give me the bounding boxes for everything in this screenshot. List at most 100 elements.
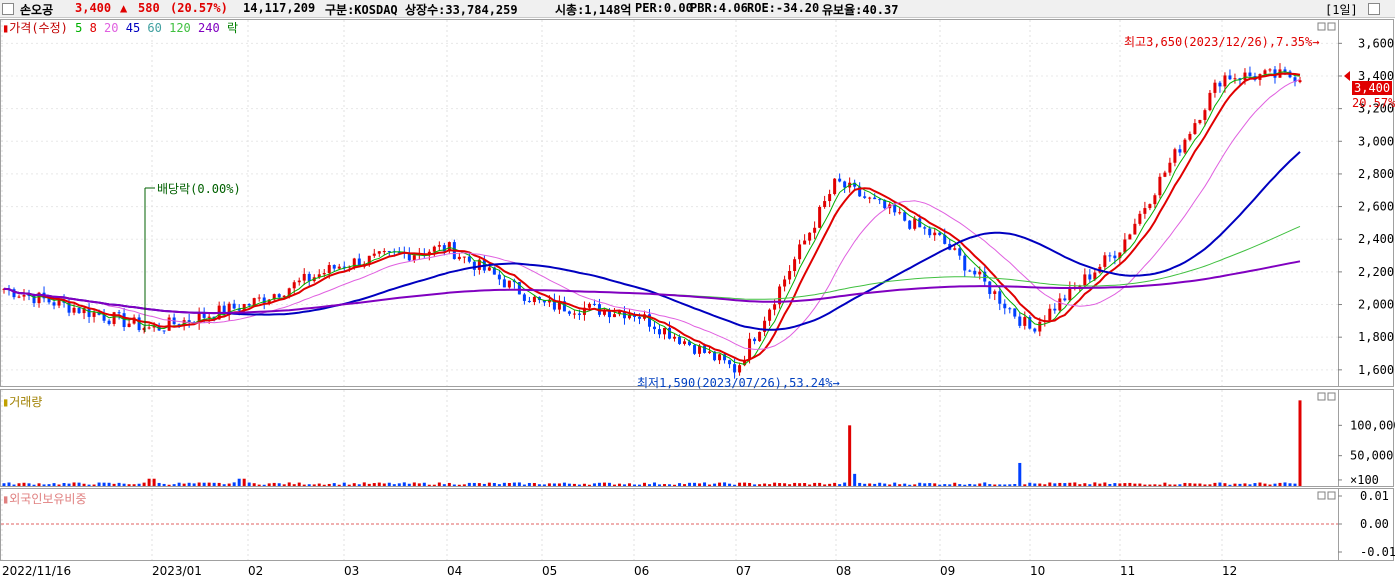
price-candle bbox=[963, 255, 967, 271]
volume-bar bbox=[267, 483, 271, 486]
volume-bar bbox=[532, 482, 536, 486]
volume-bar bbox=[663, 484, 667, 486]
volume-bar bbox=[17, 483, 21, 486]
price-candle bbox=[918, 218, 922, 228]
price-candle bbox=[457, 256, 461, 260]
volume-bar bbox=[1068, 482, 1072, 486]
price-candle bbox=[52, 302, 56, 306]
volume-bar bbox=[1193, 483, 1197, 486]
volume-tick-label: 100,000 bbox=[1350, 418, 1395, 432]
price-candle bbox=[818, 206, 822, 228]
volume-bar bbox=[647, 484, 651, 486]
volume-bar bbox=[793, 482, 797, 486]
volume-bar bbox=[607, 482, 611, 486]
volume-bar bbox=[367, 483, 371, 486]
volume-bar bbox=[968, 483, 972, 486]
volume-bar bbox=[97, 482, 101, 486]
price-candle bbox=[678, 336, 682, 344]
volume-bar bbox=[868, 483, 872, 486]
volume-bar bbox=[1133, 483, 1137, 486]
volume-bar bbox=[587, 484, 591, 486]
volume-bar bbox=[372, 483, 376, 486]
price-candle bbox=[768, 309, 772, 321]
price-candle bbox=[973, 270, 977, 275]
ma-legend-5: 5 bbox=[75, 21, 83, 35]
volume-bar bbox=[1148, 484, 1152, 486]
foreign-tick-label: 0.01 bbox=[1360, 489, 1389, 503]
volume-bar bbox=[512, 482, 516, 486]
volume-bar bbox=[92, 484, 96, 486]
price-panel-controls-max-icon bbox=[1327, 22, 1336, 31]
volume-bar bbox=[783, 483, 787, 486]
volume-bar bbox=[442, 484, 446, 486]
price-candle bbox=[167, 317, 171, 331]
volume-bar bbox=[557, 483, 561, 486]
price-candle bbox=[733, 364, 737, 373]
volume-bar bbox=[668, 484, 672, 486]
x-tick-label: 06 bbox=[634, 564, 649, 578]
price-candle bbox=[668, 327, 672, 339]
volume-bar bbox=[582, 483, 586, 486]
price-candle bbox=[302, 273, 306, 281]
price-change-pct: (20.57%) bbox=[170, 1, 228, 15]
price-candle bbox=[112, 312, 116, 324]
volume-bar bbox=[853, 473, 857, 486]
volume-bar bbox=[447, 482, 451, 486]
x-tick-label: 2022/11/16 bbox=[2, 564, 71, 578]
volume-bar bbox=[833, 482, 837, 486]
price-candle bbox=[577, 313, 581, 315]
volume-bar bbox=[873, 483, 877, 486]
volume-bar bbox=[427, 484, 431, 486]
price-candle bbox=[637, 316, 641, 319]
volume-bar bbox=[1258, 482, 1262, 486]
foreign-tick-label: -0.01 bbox=[1360, 545, 1395, 559]
price-candle bbox=[572, 313, 576, 315]
price-candle bbox=[933, 232, 937, 236]
volume-bar bbox=[222, 484, 226, 486]
volume-bar bbox=[462, 484, 466, 486]
price-candle bbox=[663, 327, 667, 335]
volume-bar bbox=[863, 483, 867, 486]
price-candle bbox=[437, 245, 441, 247]
volume-bar bbox=[653, 482, 657, 486]
volume-bar bbox=[888, 484, 892, 486]
price-candle bbox=[127, 323, 131, 328]
price-candle bbox=[708, 351, 712, 353]
price-candle bbox=[137, 317, 141, 331]
volume-bar bbox=[1253, 483, 1257, 486]
volume-bar bbox=[437, 482, 441, 486]
volume-bar bbox=[142, 482, 146, 486]
volume-bar bbox=[402, 482, 406, 486]
price-candle bbox=[117, 312, 121, 314]
period-selector[interactable]: [1일] bbox=[1325, 1, 1358, 18]
volume-bar bbox=[302, 484, 306, 486]
volume-bar bbox=[1203, 484, 1207, 486]
volume-bar bbox=[177, 482, 181, 486]
price-candle bbox=[1188, 133, 1192, 140]
volume-bar bbox=[632, 484, 636, 486]
volume-bar bbox=[913, 484, 917, 486]
price-candle bbox=[773, 304, 777, 310]
volume-bar bbox=[467, 482, 471, 486]
volume-bar bbox=[377, 482, 381, 486]
price-candle bbox=[92, 312, 96, 317]
volume-bar bbox=[52, 483, 56, 486]
volume-bar bbox=[202, 482, 206, 486]
volume-bar bbox=[998, 484, 1002, 486]
volume-bar bbox=[1013, 484, 1017, 486]
volume-bar bbox=[262, 484, 266, 486]
volume-bar bbox=[703, 482, 707, 486]
price-candle bbox=[1063, 298, 1067, 301]
volume-bar bbox=[22, 482, 26, 486]
x-tick-label: 05 bbox=[542, 564, 557, 578]
price-tick-label: 2,200 bbox=[1358, 265, 1394, 279]
volume-bar bbox=[788, 484, 792, 486]
volume-bar bbox=[627, 483, 631, 486]
price-tick-label: 1,600 bbox=[1358, 363, 1394, 377]
price-candle bbox=[1048, 308, 1052, 321]
volume-bar bbox=[42, 484, 46, 486]
price-candle bbox=[1103, 255, 1107, 267]
volume-bar bbox=[1153, 484, 1157, 486]
price-candle bbox=[1133, 223, 1137, 235]
volume-bar bbox=[617, 483, 621, 486]
